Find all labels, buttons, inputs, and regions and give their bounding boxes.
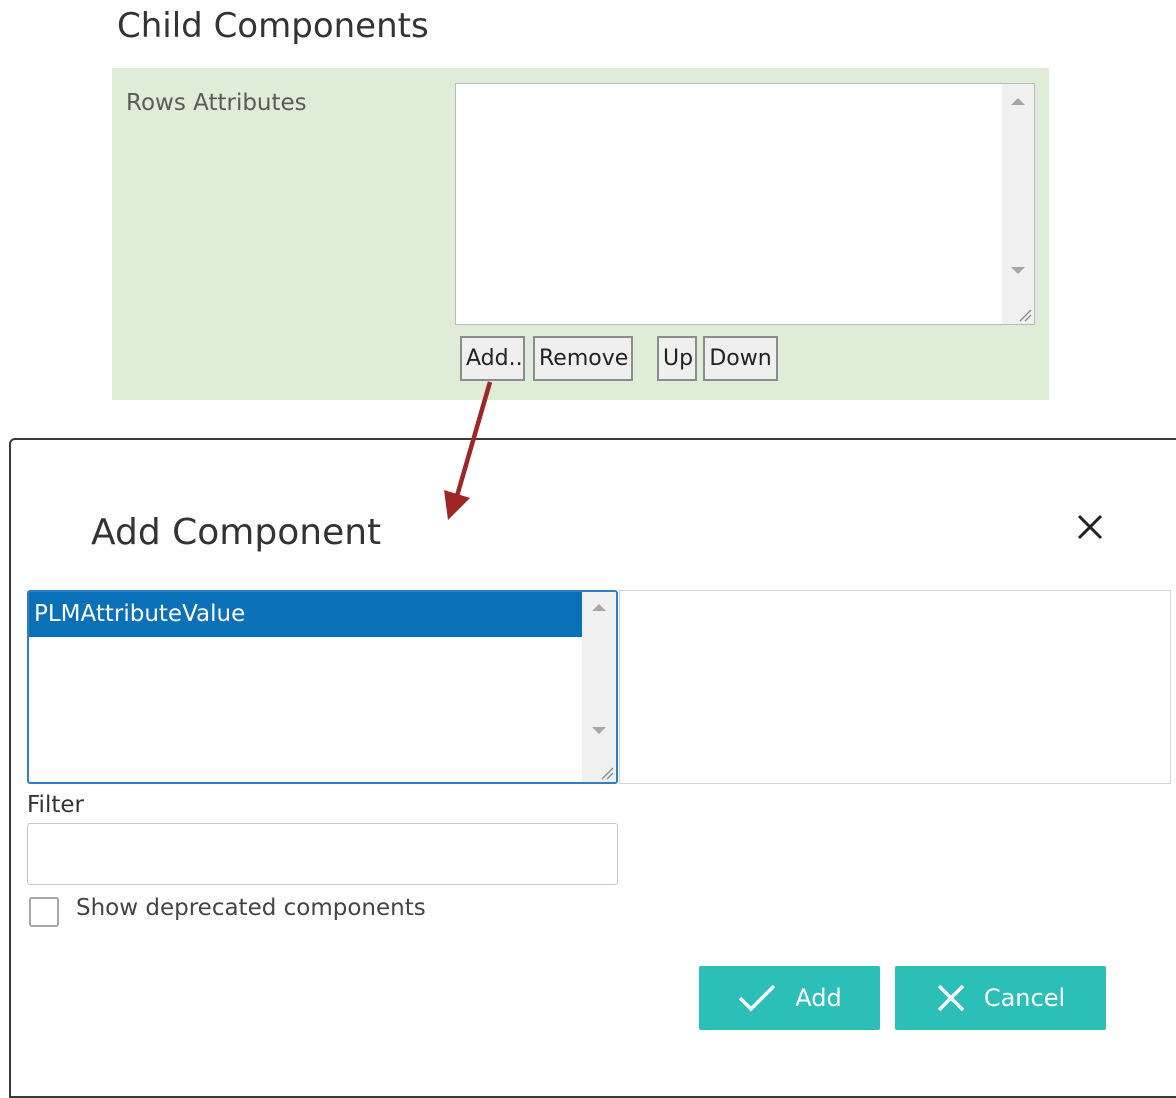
dialog-add-label: Add bbox=[795, 984, 842, 1012]
resize-grip-icon[interactable] bbox=[1016, 306, 1032, 322]
dialog-add-button[interactable]: Add bbox=[699, 966, 880, 1030]
listbox-scrollbar[interactable] bbox=[1002, 84, 1034, 324]
move-up-button[interactable]: Up bbox=[657, 336, 697, 381]
section-title: Child Components bbox=[117, 6, 429, 46]
rows-attributes-panel: Rows Attributes Add.. Remove Up Down bbox=[112, 68, 1049, 400]
show-deprecated-label[interactable]: Show deprecated components bbox=[76, 895, 426, 921]
dialog-cancel-label: Cancel bbox=[983, 984, 1066, 1012]
move-down-button[interactable]: Down bbox=[703, 336, 778, 381]
close-icon[interactable] bbox=[1073, 510, 1107, 544]
component-list[interactable]: PLMAttributeValue bbox=[27, 590, 618, 784]
scroll-down-arrow-icon[interactable] bbox=[592, 727, 606, 734]
component-list-scrollbar[interactable] bbox=[582, 592, 616, 782]
annotation-arrow-icon bbox=[444, 381, 493, 520]
checkmark-icon bbox=[739, 984, 776, 1012]
filter-input[interactable] bbox=[27, 823, 618, 885]
scroll-down-arrow-icon[interactable] bbox=[1011, 267, 1025, 274]
add-component-dialog: Add Component PLMAttributeValue Filter S… bbox=[9, 438, 1176, 1098]
list-item-selected[interactable]: PLMAttributeValue bbox=[29, 592, 583, 637]
component-detail-pane bbox=[619, 590, 1171, 784]
remove-button[interactable]: Remove bbox=[533, 336, 633, 381]
close-icon bbox=[937, 984, 965, 1012]
dialog-title: Add Component bbox=[91, 512, 382, 553]
rows-attributes-label: Rows Attributes bbox=[126, 90, 307, 116]
filter-label: Filter bbox=[27, 792, 84, 818]
dialog-cancel-button[interactable]: Cancel bbox=[895, 966, 1106, 1030]
resize-grip-icon[interactable] bbox=[598, 764, 614, 780]
show-deprecated-checkbox[interactable] bbox=[29, 897, 59, 927]
scroll-up-arrow-icon[interactable] bbox=[592, 604, 606, 611]
scroll-up-arrow-icon[interactable] bbox=[1011, 98, 1025, 105]
rows-attributes-listbox[interactable] bbox=[455, 83, 1035, 325]
add-button[interactable]: Add.. bbox=[460, 336, 525, 381]
